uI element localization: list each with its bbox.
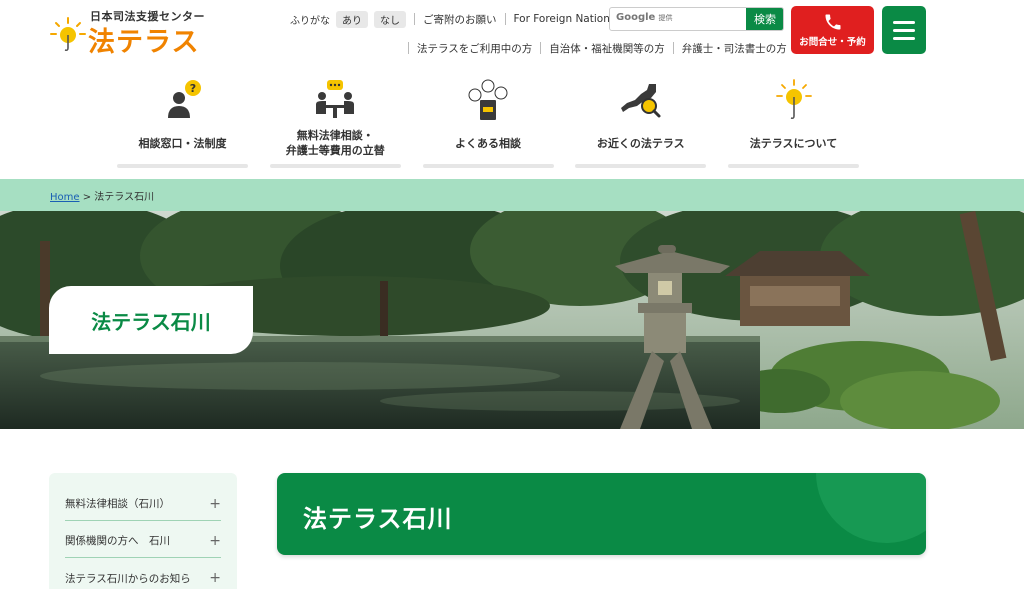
nav-item-free-legal-advice[interactable]: 無料法律相談・ 弁護士等費用の立替: [269, 78, 401, 168]
breadcrumb-current: 法テラス石川: [94, 192, 155, 203]
speech-bubbles-book-icon: [468, 79, 508, 120]
sidebar-menu: 無料法律相談（石川） + 関係機関の方へ 石川 + 法テラス石川からのお知ら +: [49, 473, 237, 589]
page-title: 法テラス石川: [303, 505, 453, 533]
svg-text:?: ?: [189, 82, 195, 95]
consultation-table-icon: [316, 80, 355, 118]
furigana-off-button[interactable]: なし: [374, 10, 406, 28]
hamburger-menu-button[interactable]: [882, 6, 926, 54]
expand-plus-icon[interactable]: +: [209, 570, 221, 586]
nav-item-faq[interactable]: よくある相談: [422, 78, 554, 168]
furigana-on-button[interactable]: あり: [336, 10, 368, 28]
municipalities-link[interactable]: 自治体・福祉機関等の方: [549, 41, 665, 56]
site-logo[interactable]: 日本司法支援センター 法テラス: [50, 8, 220, 58]
divider: [540, 42, 542, 54]
sidebar-item-label: 関係機関の方へ 石川: [65, 535, 170, 547]
sidebar-item-news[interactable]: 法テラス石川からのお知ら +: [65, 561, 221, 589]
hamburger-icon-bar: [893, 21, 915, 24]
page-title-banner: 法テラス石川: [277, 473, 926, 555]
sidebar-item-related-agencies[interactable]: 関係機関の方へ 石川 +: [65, 524, 221, 558]
breadcrumb-separator: >: [82, 192, 92, 203]
divider: [414, 13, 415, 25]
breadcrumb-home-link[interactable]: Home: [50, 192, 80, 203]
expand-plus-icon[interactable]: +: [209, 496, 221, 512]
sun-umbrella-icon: [775, 79, 812, 120]
hamburger-icon-bar: [893, 37, 915, 40]
divider: [504, 13, 506, 25]
contact-label: お問合せ・予約: [799, 37, 866, 48]
decorative-circle: [816, 473, 926, 543]
main-navigation: ? 相談窓口・法制度 無料法律相談・ 弁護士等費用の立替 よくある相談 お近くの…: [117, 78, 859, 168]
nav-item-consultation[interactable]: ? 相談窓口・法制度: [117, 78, 248, 168]
nav-item-about[interactable]: 法テラスについて: [728, 78, 859, 168]
sidebar-item-free-consultation[interactable]: 無料法律相談（石川） +: [65, 487, 221, 521]
contact-button[interactable]: お問合せ・予約: [791, 6, 874, 54]
search-button[interactable]: 検索: [746, 8, 783, 30]
japan-map-search-icon: [620, 84, 661, 118]
foreign-nationals-link[interactable]: For Foreign Nationals: [514, 13, 625, 25]
breadcrumb: Home > 法テラス石川: [0, 179, 1024, 211]
furigana-label: ふりがな: [290, 15, 330, 27]
google-branding: Google 提供: [616, 12, 673, 23]
nav-underline: [117, 164, 248, 168]
nav-underline: [269, 164, 401, 168]
nav-underline: [575, 164, 707, 168]
phone-icon: [825, 14, 840, 30]
site-header: 日本司法支援センター 法テラス ふりがな あり なし ご寄附のお願い For F…: [0, 0, 1024, 60]
expand-plus-icon[interactable]: +: [209, 533, 221, 549]
lawyers-link[interactable]: 弁護士・司法書士の方: [682, 41, 787, 56]
nav-underline: [422, 164, 554, 168]
donate-link[interactable]: ご寄附のお願い: [423, 12, 497, 27]
nav-label: お近くの法テラス: [596, 137, 685, 150]
sun-umbrella-logo-icon: [50, 17, 86, 52]
hero-banner: 法テラス石川: [0, 211, 1024, 429]
nav-underline: [728, 164, 859, 168]
divider: [672, 42, 674, 54]
current-users-link[interactable]: 法テラスをご利用中の方: [417, 41, 532, 56]
site-search: Google 提供 検索: [609, 7, 784, 31]
search-input[interactable]: [668, 9, 743, 29]
nav-label: 無料法律相談・ 弁護士等費用の立替: [285, 129, 385, 157]
person-question-icon: ?: [167, 80, 201, 118]
utility-row-top: ふりがな あり なし ご寄附のお願い For Foreign Nationals: [290, 10, 625, 28]
hamburger-icon-bar: [893, 29, 915, 32]
logo-title: 法テラス: [88, 27, 200, 58]
audience-links: 法テラスをご利用中の方 自治体・福祉機関等の方 弁護士・司法書士の方: [408, 41, 787, 55]
nav-label: 相談窓口・法制度: [138, 137, 227, 150]
nav-label: よくある相談: [455, 137, 521, 150]
breadcrumb-trail: Home > 法テラス石川: [50, 188, 154, 203]
hero-title: 法テラス石川: [91, 309, 211, 334]
sidebar-item-label: 法テラス石川からのお知ら: [65, 572, 191, 585]
sidebar-item-label: 無料法律相談（石川）: [65, 498, 170, 510]
nav-item-nearby-office[interactable]: お近くの法テラス: [575, 78, 707, 168]
divider: [408, 42, 409, 54]
nav-label: 法テラスについて: [749, 137, 838, 150]
hero-title-card: 法テラス石川: [49, 286, 253, 354]
